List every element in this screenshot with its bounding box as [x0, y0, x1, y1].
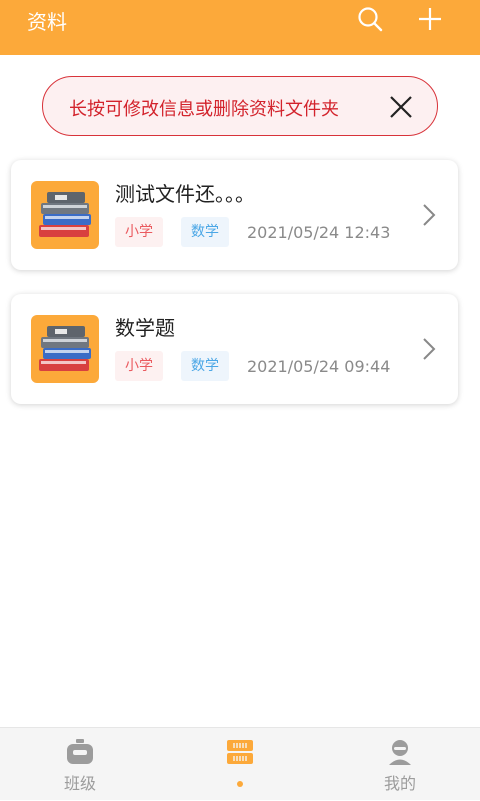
- folder-name: 测试文件还。。。: [115, 182, 255, 206]
- level-tag: 小学: [115, 217, 163, 247]
- folder-card[interactable]: 测试文件还。。。 小学 数学 2021/05/24 12:43: [11, 160, 458, 270]
- chevron-right-icon: [423, 204, 436, 226]
- folder-name: 数学题: [115, 316, 175, 340]
- plus-icon[interactable]: [416, 5, 444, 33]
- hint-banner: 长按可修改信息或删除资料文件夹: [42, 76, 438, 136]
- active-tab-dot: [237, 781, 243, 787]
- chevron-right-icon: [423, 338, 436, 360]
- bottom-nav: 班级 我的: [0, 727, 480, 800]
- folder-books-icon: [31, 315, 99, 383]
- app-header: 资料: [0, 0, 480, 55]
- search-icon[interactable]: [356, 5, 384, 33]
- subject-tag: 数学: [181, 217, 229, 247]
- tab-materials[interactable]: [180, 728, 300, 801]
- level-tag: 小学: [115, 351, 163, 381]
- folder-date: 2021/05/24 09:44: [247, 357, 391, 376]
- folder-date: 2021/05/24 12:43: [247, 223, 391, 242]
- tab-class[interactable]: 班级: [20, 728, 140, 801]
- tab-class-label: 班级: [63, 774, 96, 793]
- hint-text: 长按可修改信息或删除资料文件夹: [69, 99, 339, 120]
- close-icon[interactable]: [388, 94, 414, 120]
- profile-icon: [389, 740, 411, 765]
- tab-profile-label: 我的: [383, 774, 416, 793]
- tab-profile[interactable]: 我的: [340, 728, 460, 801]
- class-icon: [67, 739, 93, 764]
- page-title: 资料: [27, 10, 67, 34]
- folder-books-icon: [31, 181, 99, 249]
- subject-tag: 数学: [181, 351, 229, 381]
- folder-card[interactable]: 数学题 小学 数学 2021/05/24 09:44: [11, 294, 458, 404]
- materials-icon: [227, 740, 253, 764]
